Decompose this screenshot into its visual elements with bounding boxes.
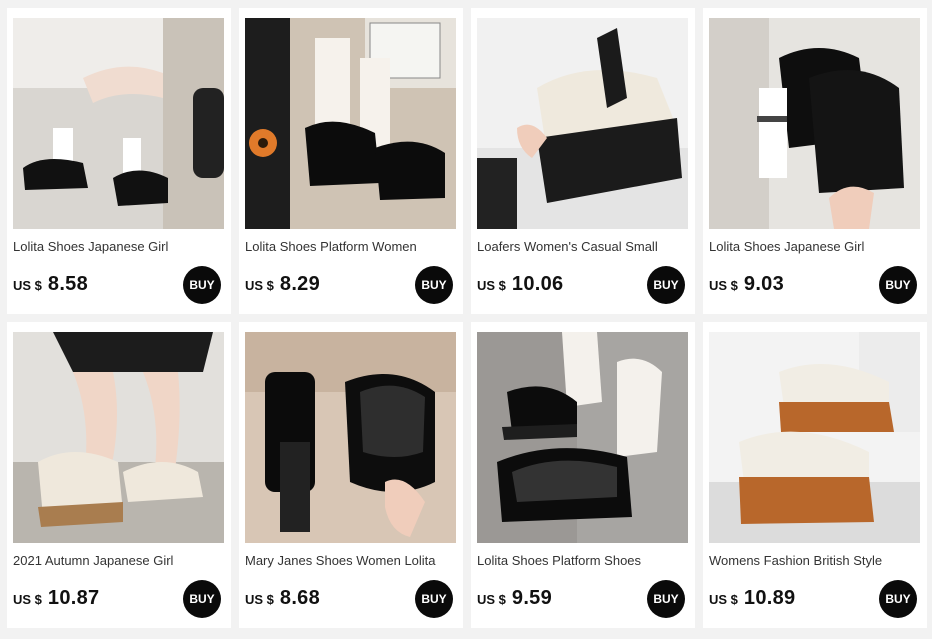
product-title[interactable]: Womens Fashion British Style: [709, 553, 921, 569]
price-currency: US $: [477, 592, 506, 607]
product-image[interactable]: [13, 18, 224, 229]
product-card[interactable]: Womens Fashion British Style US $ 10.89 …: [703, 322, 927, 628]
product-image[interactable]: [477, 18, 688, 229]
product-image[interactable]: [709, 332, 920, 543]
buy-button[interactable]: BUY: [183, 580, 221, 618]
buy-button[interactable]: BUY: [879, 580, 917, 618]
product-card[interactable]: Lolita Shoes Platform Shoes US $ 9.59 BU…: [471, 322, 695, 628]
product-grid: Lolita Shoes Japanese Girl US $ 8.58 BUY…: [0, 0, 932, 639]
product-card[interactable]: Lolita Shoes Japanese Girl US $ 9.03 BUY: [703, 8, 927, 314]
product-image[interactable]: [13, 332, 224, 543]
product-title[interactable]: 2021 Autumn Japanese Girl: [13, 553, 225, 569]
product-price: US $ 8.29: [245, 273, 320, 296]
product-image[interactable]: [245, 332, 456, 543]
price-currency: US $: [477, 278, 506, 293]
price-currency: US $: [13, 278, 42, 293]
product-card[interactable]: Loafers Women's Casual Small US $ 10.06 …: [471, 8, 695, 314]
price-amount: 8.29: [279, 273, 321, 295]
price-currency: US $: [13, 592, 42, 607]
product-price: US $ 10.89: [709, 587, 795, 610]
product-image[interactable]: [477, 332, 688, 543]
product-price: US $ 9.03: [709, 273, 784, 296]
buy-button[interactable]: BUY: [415, 266, 453, 304]
price-currency: US $: [245, 278, 274, 293]
buy-button[interactable]: BUY: [415, 580, 453, 618]
product-price: US $ 10.06: [477, 273, 563, 296]
buy-button[interactable]: BUY: [183, 266, 221, 304]
product-image[interactable]: [709, 18, 920, 229]
price-amount: 10.87: [47, 587, 100, 609]
product-price: US $ 8.68: [245, 587, 320, 610]
product-price: US $ 10.87: [13, 587, 99, 610]
price-amount: 8.68: [279, 587, 321, 609]
product-card[interactable]: Lolita Shoes Platform Women US $ 8.29 BU…: [239, 8, 463, 314]
buy-button[interactable]: BUY: [647, 580, 685, 618]
product-card[interactable]: 2021 Autumn Japanese Girl US $ 10.87 BUY: [7, 322, 231, 628]
product-image[interactable]: [245, 18, 456, 229]
product-title[interactable]: Lolita Shoes Japanese Girl: [709, 239, 921, 255]
product-title[interactable]: Loafers Women's Casual Small: [477, 239, 689, 255]
price-amount: 9.03: [743, 273, 785, 295]
price-amount: 10.89: [743, 587, 796, 609]
product-title[interactable]: Mary Janes Shoes Women Lolita: [245, 553, 457, 569]
product-title[interactable]: Lolita Shoes Platform Women: [245, 239, 457, 255]
product-card[interactable]: Lolita Shoes Japanese Girl US $ 8.58 BUY: [7, 8, 231, 314]
price-currency: US $: [709, 592, 738, 607]
buy-button[interactable]: BUY: [879, 266, 917, 304]
price-amount: 9.59: [511, 587, 553, 609]
price-amount: 10.06: [511, 273, 564, 295]
product-price: US $ 9.59: [477, 587, 552, 610]
product-title[interactable]: Lolita Shoes Japanese Girl: [13, 239, 225, 255]
product-title[interactable]: Lolita Shoes Platform Shoes: [477, 553, 689, 569]
price-currency: US $: [245, 592, 274, 607]
price-amount: 8.58: [47, 273, 89, 295]
product-card[interactable]: Mary Janes Shoes Women Lolita US $ 8.68 …: [239, 322, 463, 628]
product-price: US $ 8.58: [13, 273, 88, 296]
buy-button[interactable]: BUY: [647, 266, 685, 304]
price-currency: US $: [709, 278, 738, 293]
